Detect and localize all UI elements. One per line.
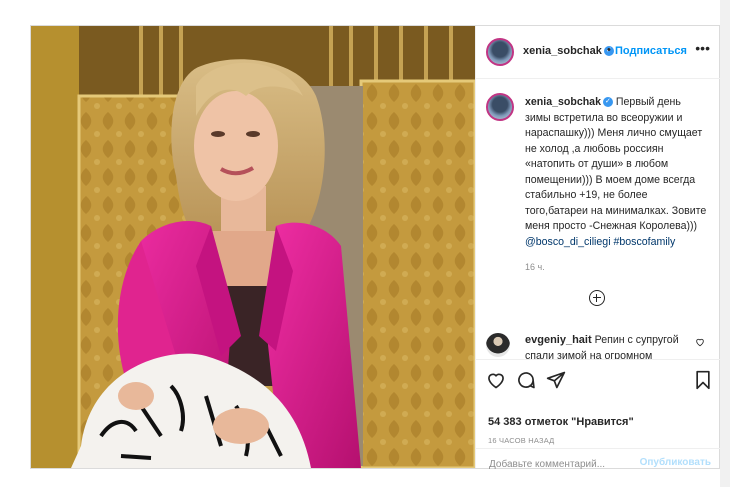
header-separator: • xyxy=(607,44,611,56)
publish-button[interactable]: Опубликовать xyxy=(640,457,711,468)
post-caption: xenia_sobchak ✓ Первый день зимы встретил… xyxy=(525,95,709,250)
likes-count[interactable]: 54 383 отметок "Нравится" xyxy=(488,416,634,428)
commenter-username[interactable]: evgeniy_hait xyxy=(525,334,592,346)
author-username[interactable]: xenia_sobchak ✓ xyxy=(523,45,614,57)
author-username-text[interactable]: xenia_sobchak xyxy=(523,45,602,57)
post-actions: 54 383 отметок "Нравится" 16 ЧАСОВ НАЗАД… xyxy=(476,359,720,477)
post-photo[interactable] xyxy=(31,26,475,468)
heart-icon[interactable] xyxy=(486,370,506,390)
follow-button[interactable]: Подписаться xyxy=(615,45,687,57)
caption-text: Первый день зимы встретила во всеоружии … xyxy=(525,96,707,232)
caption-author-avatar[interactable] xyxy=(486,93,514,121)
caption-mention-link[interactable]: @bosco_di_ciliegi xyxy=(525,236,611,248)
page-scrollbar[interactable] xyxy=(720,0,730,487)
post-header: xenia_sobchak ✓ • Подписаться ••• xyxy=(476,26,720,79)
more-options-icon[interactable]: ••• xyxy=(695,40,710,56)
plus-circle-icon[interactable] xyxy=(589,290,605,306)
post-photo-illustration xyxy=(31,26,475,468)
comments-section[interactable]: xenia_sobchak ✓ Первый день зимы встретил… xyxy=(476,79,720,359)
instagram-post: xenia_sobchak ✓ • Подписаться ••• xenia_s… xyxy=(30,25,720,477)
comment-item: evgeniy_hait Репин с супругой спали зимо… xyxy=(525,333,690,359)
add-comment-bar: Опубликовать xyxy=(476,448,720,477)
post-timestamp[interactable]: 16 ЧАСОВ НАЗАД xyxy=(488,436,554,445)
comment-like-heart-icon[interactable] xyxy=(695,337,705,347)
caption-timestamp[interactable]: 16 ч. xyxy=(525,262,545,272)
commenter-avatar[interactable] xyxy=(486,333,510,357)
paper-plane-icon[interactable] xyxy=(546,370,566,390)
caption-username[interactable]: xenia_sobchak ✓ xyxy=(525,96,613,108)
caption-hashtag-link[interactable]: #boscofamily xyxy=(614,236,676,248)
caption-username-text[interactable]: xenia_sobchak xyxy=(525,96,601,108)
add-comment-input[interactable] xyxy=(487,451,641,477)
comment-icon[interactable] xyxy=(516,370,536,390)
author-avatar[interactable] xyxy=(486,38,514,66)
verified-badge-icon: ✓ xyxy=(602,97,613,108)
post-sidebar: xenia_sobchak ✓ • Подписаться ••• xenia_s… xyxy=(475,26,720,477)
bookmark-icon[interactable] xyxy=(694,370,712,390)
